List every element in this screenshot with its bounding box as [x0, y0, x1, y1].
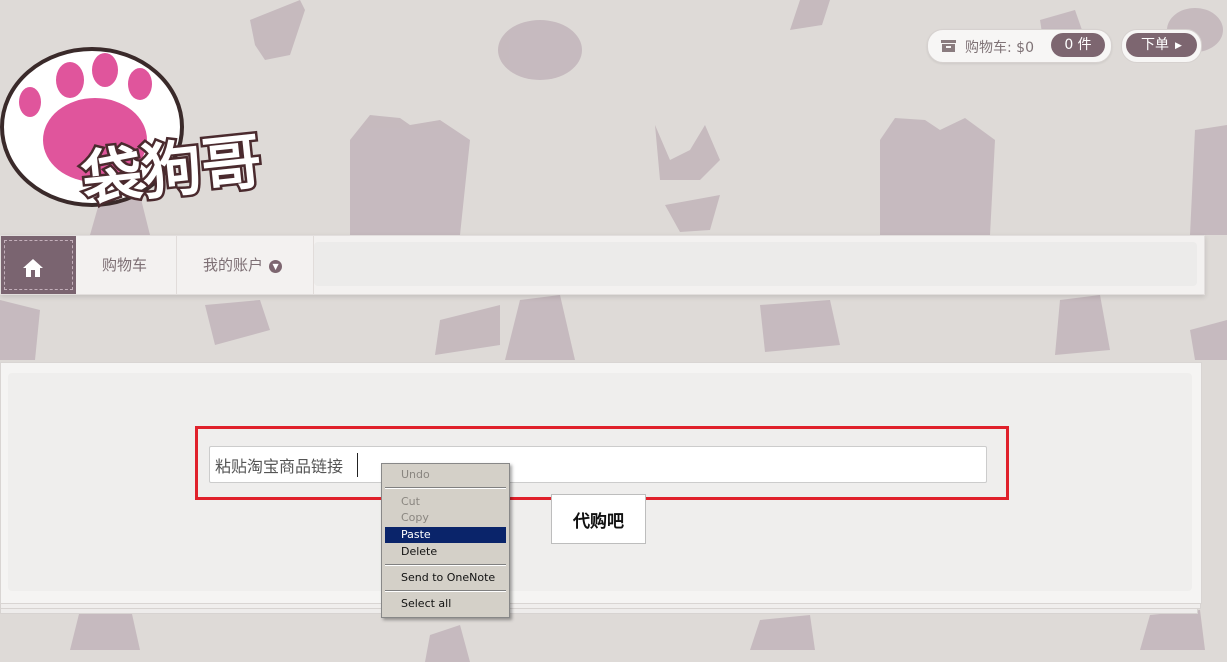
menu-separator: [385, 590, 506, 592]
menu-separator: [385, 487, 506, 489]
menu-separator: [385, 564, 506, 566]
checkout-label: 下单: [1141, 37, 1170, 53]
menu-item-cut[interactable]: Cut: [385, 494, 506, 510]
menu-item-send-to-onenote[interactable]: Send to OneNote: [385, 570, 506, 586]
cart-icon: [941, 40, 956, 52]
product-url-input[interactable]: [209, 446, 987, 483]
nav-item-my-account[interactable]: 我的账户 ▼: [203, 254, 283, 275]
nav-empty-track: [314, 242, 1197, 286]
nav-item-label: 购物车: [102, 256, 148, 274]
nav-item-cart[interactable]: 购物车: [102, 254, 147, 275]
text-caret: [357, 453, 358, 477]
checkout-button[interactable]: 下单 ▶: [1121, 29, 1202, 63]
arrow-right-icon: ▶: [1175, 41, 1182, 51]
nav-divider: [176, 236, 177, 294]
nav-item-label: 我的账户: [203, 256, 264, 274]
nav-divider: [313, 236, 314, 294]
chevron-down-icon: ▼: [269, 260, 283, 273]
cart-count-badge[interactable]: 0 件: [1051, 33, 1105, 57]
cart-total: 购物车: $0: [965, 40, 1034, 56]
context-menu: Undo Cut Copy Paste Delete Send to OneNo…: [381, 463, 510, 618]
menu-item-paste[interactable]: Paste: [385, 527, 506, 543]
nav-home-button[interactable]: [1, 236, 76, 294]
menu-item-delete[interactable]: Delete: [385, 544, 506, 560]
main-nav: 购物车 我的账户 ▼: [0, 235, 1205, 295]
home-icon: [23, 259, 43, 277]
site-logo[interactable]: 袋狗哥: [0, 22, 300, 212]
buy-button[interactable]: 代购吧: [551, 494, 646, 544]
menu-item-select-all[interactable]: Select all: [385, 596, 506, 612]
menu-item-copy[interactable]: Copy: [385, 510, 506, 526]
menu-item-undo[interactable]: Undo: [385, 467, 506, 483]
